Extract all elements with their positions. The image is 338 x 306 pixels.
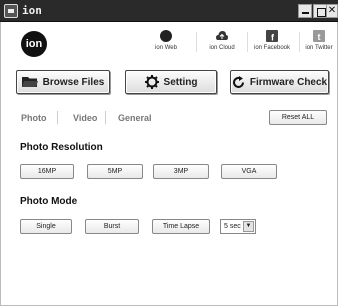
- setting-label: Setting: [163, 76, 198, 88]
- main-window: ion ion Web ion Cloud f ion Facebook t i…: [0, 22, 338, 306]
- photo-mode-heading: Photo Mode: [20, 196, 78, 207]
- mode-burst-button[interactable]: Burst: [85, 219, 139, 234]
- interval-value: 5 sec: [224, 223, 241, 230]
- tab-divider: [57, 111, 58, 124]
- resolution-3mp-button[interactable]: 3MP: [153, 164, 209, 179]
- app-icon: [4, 4, 18, 18]
- browse-files-button[interactable]: Browse Files: [16, 70, 110, 94]
- mode-single-button[interactable]: Single: [20, 219, 72, 234]
- gear-icon: [144, 75, 159, 89]
- title-bar[interactable]: ion ✕: [0, 0, 338, 22]
- reset-all-button[interactable]: Reset ALL: [269, 110, 327, 125]
- ion-facebook-label: ion Facebook: [253, 45, 291, 51]
- ion-cloud-label: ion Cloud: [209, 45, 235, 51]
- twitter-icon: t: [313, 30, 325, 42]
- interval-select[interactable]: 5 sec ▼: [220, 219, 256, 234]
- ion-twitter-link[interactable]: t ion Twitter: [299, 30, 338, 51]
- tab-photo[interactable]: Photo: [21, 113, 47, 123]
- maximize-button[interactable]: [313, 4, 327, 18]
- cloud-icon: [216, 31, 228, 40]
- ion-logo: ion: [21, 31, 47, 57]
- minimize-button[interactable]: [298, 4, 312, 18]
- resolution-16mp-button[interactable]: 16MP: [20, 164, 74, 179]
- resolution-5mp-button[interactable]: 5MP: [87, 164, 143, 179]
- folder-icon: [21, 77, 38, 87]
- ion-web-icon: [160, 30, 172, 42]
- divider: [196, 32, 197, 52]
- svg-text:t: t: [318, 32, 321, 42]
- mode-time-lapse-button[interactable]: Time Lapse: [152, 219, 210, 234]
- ion-cloud-link[interactable]: ion Cloud: [199, 30, 245, 51]
- photo-resolution-heading: Photo Resolution: [20, 142, 103, 153]
- setting-button[interactable]: Setting: [125, 70, 217, 94]
- firmware-check-label: Firmware Check: [249, 76, 328, 88]
- tab-video[interactable]: Video: [73, 113, 97, 123]
- resolution-vga-button[interactable]: VGA: [221, 164, 277, 179]
- firmware-check-button[interactable]: Firmware Check: [230, 70, 329, 94]
- refresh-icon: [232, 75, 244, 88]
- ion-twitter-label: ion Twitter: [305, 45, 333, 51]
- chevron-down-icon[interactable]: ▼: [243, 221, 254, 232]
- close-button[interactable]: ✕: [326, 4, 338, 18]
- facebook-icon: f: [266, 30, 278, 42]
- ion-facebook-link[interactable]: f ion Facebook: [247, 30, 297, 51]
- window-title: ion: [22, 4, 42, 17]
- tab-general[interactable]: General: [118, 113, 152, 123]
- ion-web-label: ion Web: [155, 45, 177, 51]
- ion-web-link[interactable]: ion Web: [141, 30, 191, 51]
- browse-files-label: Browse Files: [42, 76, 105, 88]
- tab-divider: [105, 111, 106, 124]
